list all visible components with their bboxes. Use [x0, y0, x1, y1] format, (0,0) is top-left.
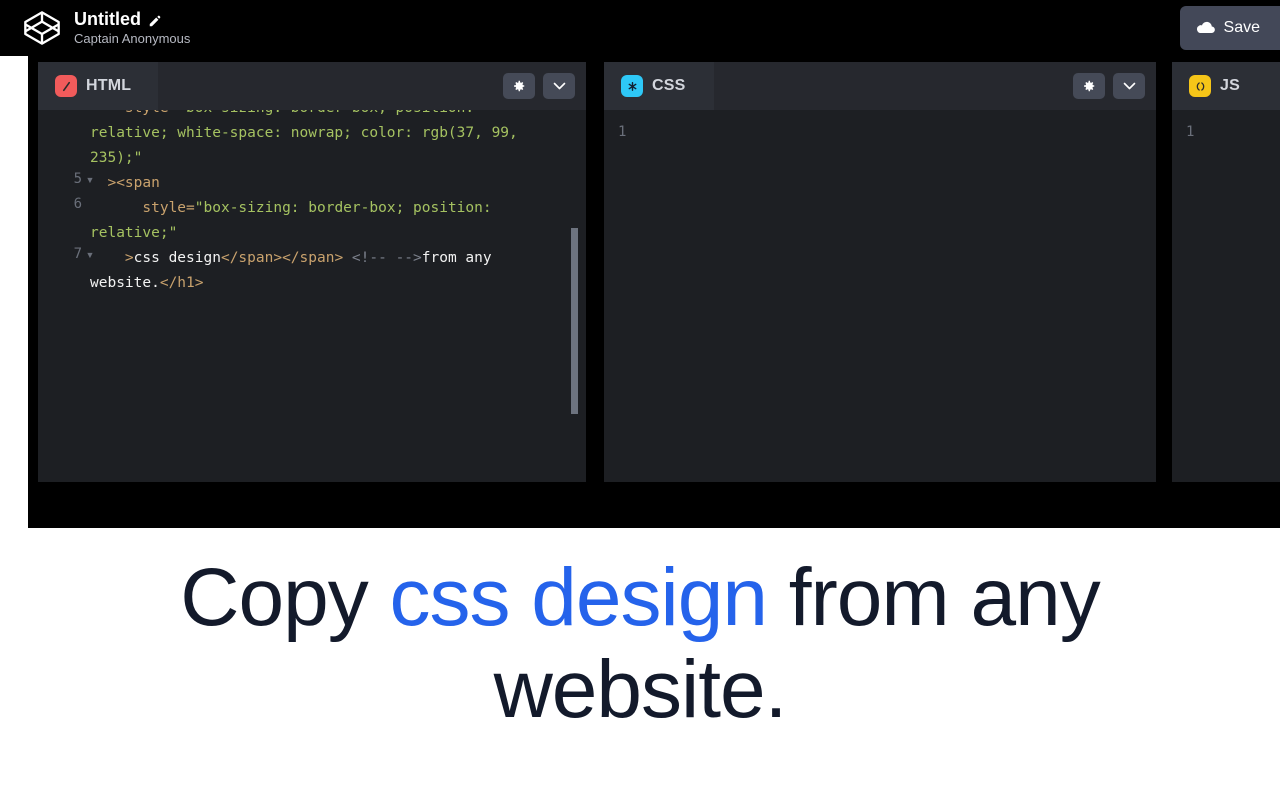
tab-css-label: CSS: [652, 77, 686, 94]
editor-region: HTML relative; white-space: nowrap; colo…: [0, 56, 1280, 584]
js-editor-panel: JS 1: [1172, 62, 1280, 482]
gear-icon[interactable]: [503, 73, 535, 99]
line-number: 6: [73, 196, 82, 212]
pen-title[interactable]: Untitled: [74, 9, 190, 30]
headline-accent: css design: [389, 552, 768, 643]
css-tab-strip: CSS: [604, 62, 1156, 110]
code-token: "box-sizing: border-box; position: relat…: [90, 110, 518, 166]
pencil-icon[interactable]: [148, 12, 162, 27]
code-token: >: [90, 250, 134, 266]
codepen-editor-app: Untitled Captain Anonymous Save HTML rel…: [0, 0, 1280, 800]
line-number: 7: [73, 246, 82, 262]
tab-js-label: JS: [1220, 77, 1240, 94]
css-panel-controls: [1073, 73, 1145, 99]
chevron-down-icon[interactable]: [1113, 73, 1145, 99]
js-code-area[interactable]: 1: [1172, 110, 1280, 482]
js-icon: [1189, 75, 1211, 97]
css-editor-panel: CSS 1: [604, 62, 1156, 482]
top-bar: Untitled Captain Anonymous Save: [0, 0, 1280, 56]
preview-headline: Copy css design from any website.: [0, 528, 1280, 736]
cloud-icon: [1196, 21, 1216, 35]
save-button[interactable]: Save: [1179, 6, 1280, 50]
code-token: </h1>: [159, 275, 204, 291]
code-token: css design: [133, 250, 221, 266]
code-token: ><span: [90, 175, 160, 191]
tab-css[interactable]: CSS: [604, 62, 714, 110]
html-code-area[interactable]: style="box-sizing: border-box; position:…: [38, 110, 586, 482]
pen-title-block: Untitled Captain Anonymous: [74, 9, 190, 48]
html-panel-controls: [503, 73, 575, 99]
preview-pane: Copy css design from any website.: [0, 528, 1280, 800]
code-token: </span></span>: [220, 250, 344, 266]
chevron-down-icon[interactable]: [543, 73, 575, 99]
headline-part1: Copy: [180, 552, 390, 643]
tab-html[interactable]: HTML: [38, 62, 158, 110]
tab-js[interactable]: JS: [1172, 62, 1280, 110]
line-number: 5: [73, 171, 82, 187]
css-icon: [621, 75, 643, 97]
gear-icon[interactable]: [1073, 73, 1105, 99]
left-white-margin: [0, 56, 28, 528]
code-token: style=: [90, 200, 195, 216]
html-code-lines: style="box-sizing: border-box; position:…: [38, 110, 586, 294]
html-editor-panel: HTML relative; white-space: nowrap; colo…: [38, 62, 586, 482]
code-token: style=: [90, 110, 177, 116]
line-number: 1: [618, 124, 627, 140]
css-code-area[interactable]: 1: [604, 110, 1156, 482]
html-editor-scrollbar[interactable]: [571, 228, 578, 414]
pen-author: Captain Anonymous: [74, 31, 191, 47]
pen-title-text: Untitled: [74, 8, 141, 29]
js-tab-strip: JS: [1172, 62, 1280, 110]
save-label: Save: [1223, 19, 1260, 36]
codepen-logo-icon[interactable]: [20, 6, 64, 50]
line-number: 1: [1186, 124, 1195, 140]
code-token: <!-- -->: [343, 250, 422, 266]
html-icon: [55, 75, 77, 97]
tab-html-label: HTML: [86, 77, 132, 94]
html-tab-strip: HTML: [38, 62, 586, 110]
